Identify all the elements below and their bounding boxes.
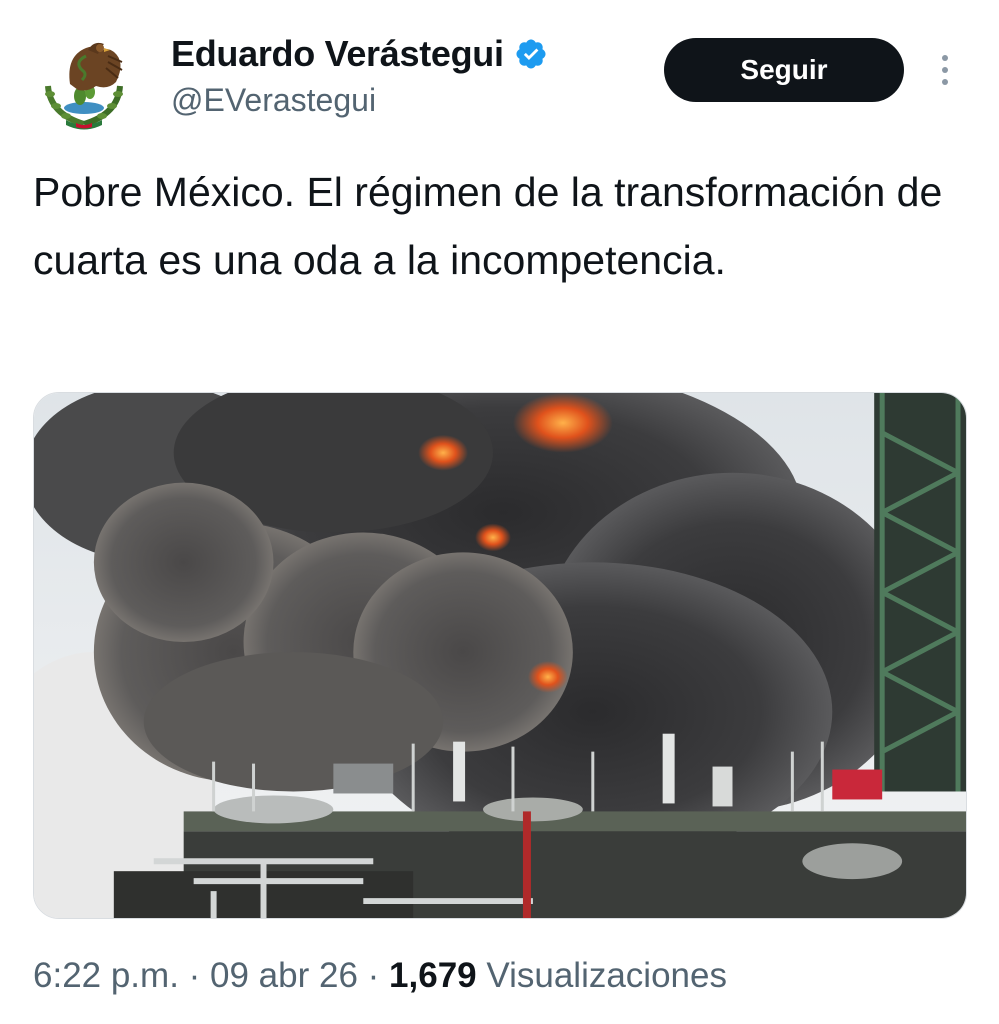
follow-button[interactable]: Seguir [664,38,904,102]
tweet: Eduardo Verástegui @EVerastegui Seguir P… [0,0,999,1024]
tweet-date[interactable]: 09 abr 26 [210,956,358,995]
author-display-name[interactable]: Eduardo Verástegui [171,33,504,75]
tweet-media-photo[interactable] [33,392,967,919]
avatar[interactable] [30,26,138,134]
verified-badge-icon [516,39,546,69]
more-options-button[interactable] [930,50,960,90]
views-label: Visualizaciones [486,956,727,995]
meta-separator-2: · [357,956,390,995]
tweet-meta: 6:22 p.m. · 09 abr 26 · 1,679 Visualizac… [33,956,727,996]
meta-separator: · [178,956,211,995]
author-name-row[interactable]: Eduardo Verástegui [171,32,548,76]
author-handle[interactable]: @EVerastegui [171,82,376,119]
mexican-coat-of-arms-icon [45,42,123,130]
views-count: 1,679 [389,956,477,995]
vertical-ellipsis-icon [942,55,948,61]
refinery-fire-photo [34,393,966,918]
tweet-text: Pobre México. El régimen de la transform… [33,169,943,283]
tweet-time[interactable]: 6:22 p.m. [33,956,179,995]
